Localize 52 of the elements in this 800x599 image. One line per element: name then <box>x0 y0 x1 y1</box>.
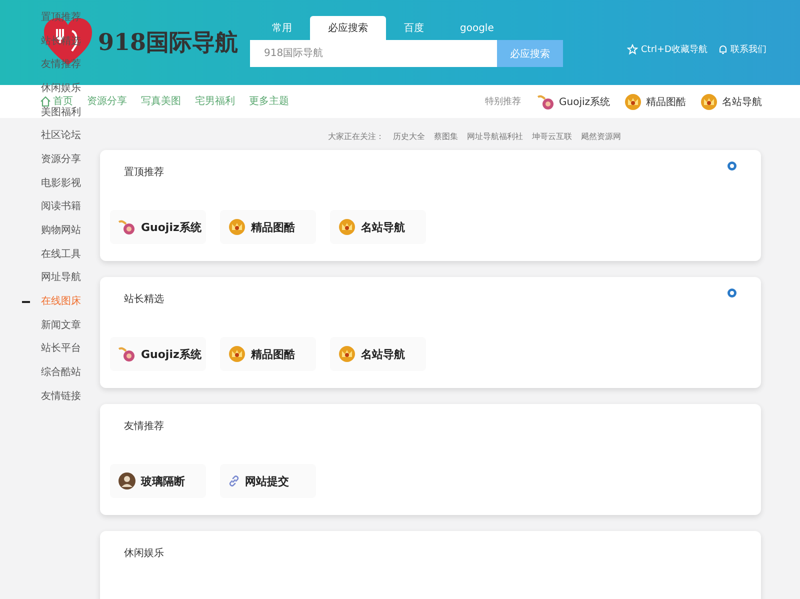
hot-link[interactable]: 蔡图集 <box>434 130 458 142</box>
section-title: 置顶推荐 <box>124 166 164 179</box>
sidebar-item[interactable]: 新闻文章 <box>41 320 81 331</box>
sidebar-item[interactable]: 电影影视 <box>41 178 81 189</box>
swirl-logo-icon <box>118 346 136 362</box>
sidebar-item[interactable]: 网址导航 <box>41 273 81 284</box>
link-icon <box>228 475 240 487</box>
site-link[interactable]: Guojiz系统 <box>110 210 206 244</box>
sidebar-item[interactable]: 休闲娱乐 <box>41 84 81 94</box>
sidebar-item[interactable]: 友情链接 <box>41 392 81 402</box>
search-field[interactable]: 918国际导航 <box>250 40 497 67</box>
crown-badge-icon <box>338 345 356 363</box>
swirl-logo-icon <box>536 94 555 110</box>
sidebar-item[interactable]: 美图福利 <box>41 108 81 118</box>
crown-badge-icon <box>624 92 642 110</box>
sidebar-item[interactable]: 购物网站 <box>41 226 81 236</box>
crown-badge-icon <box>338 218 356 236</box>
featured-link[interactable]: 精品图酷 <box>646 94 686 108</box>
hot-label: 大家正在关注： <box>328 130 384 142</box>
featured-link[interactable]: Guojiz系统 <box>558 94 610 108</box>
star-icon <box>627 44 638 55</box>
swirl-logo-icon <box>118 219 136 235</box>
avatar-icon <box>118 472 136 490</box>
sidebar-item[interactable]: 综合酷站 <box>41 368 81 378</box>
crown-badge-icon <box>700 92 718 110</box>
site-link[interactable]: 网站提交 <box>220 464 316 498</box>
hot-link[interactable]: 飓然资源网 <box>581 130 621 142</box>
hot-link[interactable]: 网址导航福利社 <box>467 130 523 142</box>
sidebar-item[interactable]: 阅读书籍 <box>41 202 81 212</box>
section-title: 休闲娱乐 <box>124 546 164 560</box>
home-icon <box>40 96 51 107</box>
crown-badge-icon <box>228 218 246 236</box>
site-link[interactable]: 名站导航 <box>330 210 426 244</box>
sidebar-item[interactable]: 社区论坛 <box>41 131 81 142</box>
sidebar-item[interactable]: 资源分享 <box>41 154 81 165</box>
crown-badge-icon <box>228 345 246 363</box>
featured-link[interactable]: 名站导航 <box>722 94 762 108</box>
site-link[interactable]: 名站导航 <box>330 337 426 371</box>
search-tab[interactable]: 必应搜索 <box>310 16 386 40</box>
section-title: 站长精选 <box>124 292 164 306</box>
site-link[interactable]: 精品图酷 <box>220 210 316 244</box>
hot-link[interactable]: 历史大全 <box>393 130 425 142</box>
featured-label: 特别推荐 <box>484 96 521 108</box>
sidebar-item[interactable]: 在线工具 <box>41 250 81 260</box>
site-link[interactable]: 玻璃隔断 <box>110 464 206 498</box>
site-link[interactable]: Guojiz系统 <box>110 337 206 371</box>
hot-link[interactable]: 坤哥云互联 <box>532 130 572 142</box>
logo-title[interactable]: 918国际导航 <box>98 27 238 58</box>
site-link[interactable]: 精品图酷 <box>220 337 316 371</box>
section-title: 友情推荐 <box>124 420 164 433</box>
sidebar-item[interactable]: 站长平台 <box>41 344 81 354</box>
bell-icon <box>718 44 728 55</box>
